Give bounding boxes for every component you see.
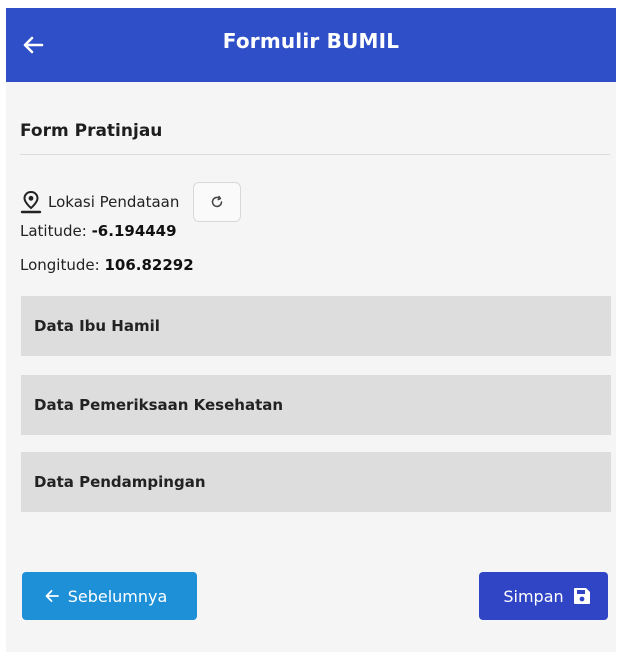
page-title: Formulir BUMIL xyxy=(222,29,400,53)
longitude-label: Longitude: xyxy=(20,256,100,274)
save-button[interactable]: Simpan xyxy=(479,572,608,620)
section-data-pemeriksaan-kesehatan[interactable]: Data Pemeriksaan Kesehatan xyxy=(21,375,611,435)
previous-button-label: Sebelumnya xyxy=(67,586,168,606)
arrow-left-icon xyxy=(45,590,59,602)
app-header: Formulir BUMIL xyxy=(6,8,616,82)
divider xyxy=(20,154,610,155)
section-data-ibu-hamil[interactable]: Data Ibu Hamil xyxy=(21,296,611,356)
longitude-value: 106.82292 xyxy=(104,256,194,274)
latitude-value: -6.194449 xyxy=(91,222,177,240)
location-label: Lokasi Pendataan xyxy=(48,193,180,211)
latitude-row: Latitude: -6.194449 xyxy=(20,222,177,240)
section-label: Data Pemeriksaan Kesehatan xyxy=(34,396,284,414)
latitude-label: Latitude: xyxy=(20,222,87,240)
refresh-location-button[interactable] xyxy=(193,182,242,222)
save-button-label: Simpan xyxy=(503,586,564,606)
location-row: Lokasi Pendataan xyxy=(20,182,242,222)
previous-button[interactable]: Sebelumnya xyxy=(22,572,197,620)
refresh-icon xyxy=(212,195,223,208)
section-label: Data Pendampingan xyxy=(34,473,206,491)
section-title: Form Pratinjau xyxy=(20,121,163,141)
app-screen: Formulir BUMIL Form Pratinjau Lokasi Pen… xyxy=(6,8,616,652)
section-data-pendampingan[interactable]: Data Pendampingan xyxy=(21,452,611,512)
map-pin-icon xyxy=(20,190,42,214)
longitude-row: Longitude: 106.82292 xyxy=(20,256,194,274)
save-icon xyxy=(573,588,590,604)
section-label: Data Ibu Hamil xyxy=(34,317,160,335)
